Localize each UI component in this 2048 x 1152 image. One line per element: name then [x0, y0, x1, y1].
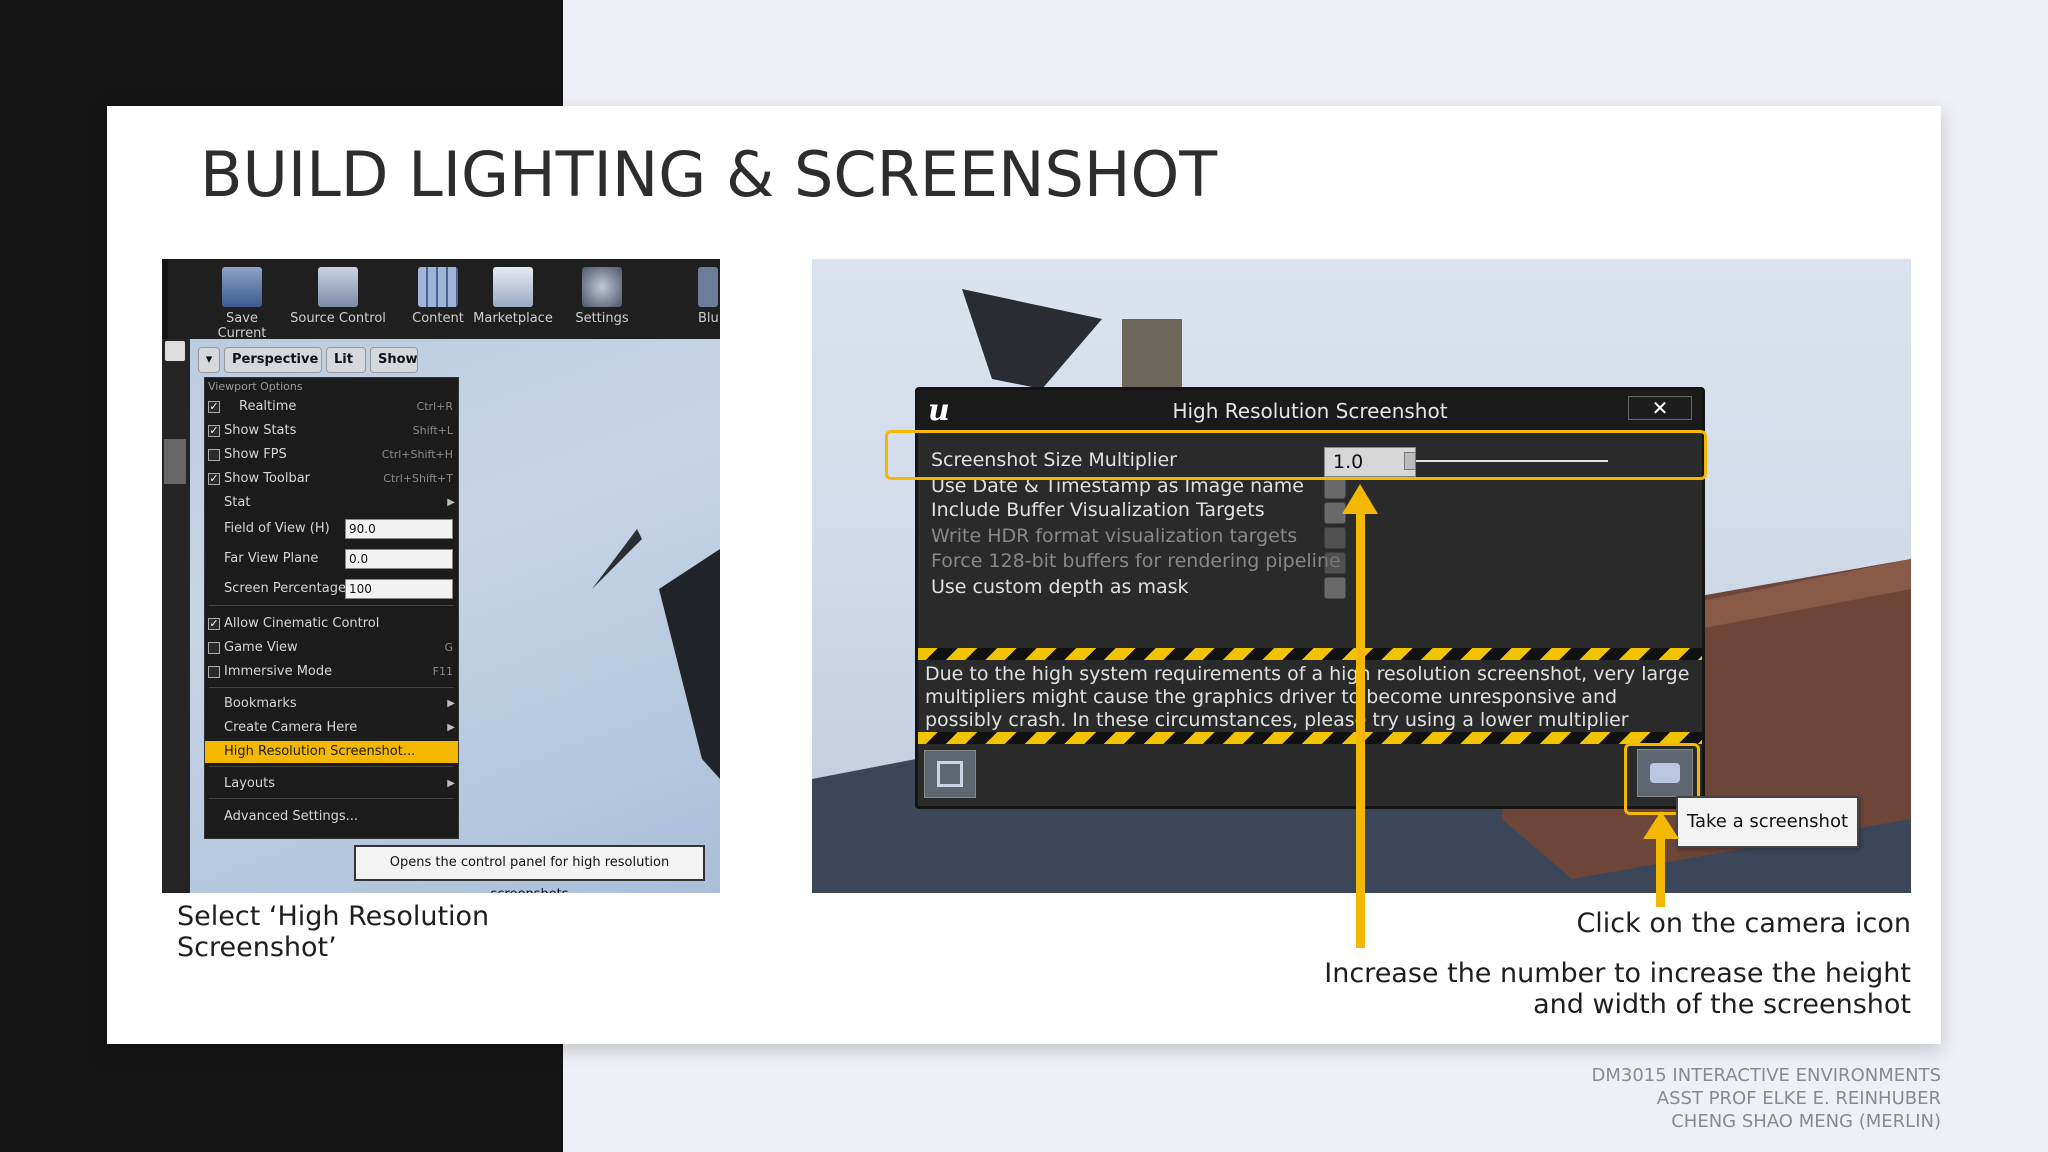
checkbox[interactable] — [208, 449, 220, 461]
unreal-logo-icon: u — [928, 393, 950, 428]
footer-credits: DM3015 INTERACTIVE ENVIRONMENTS ASST PRO… — [1591, 1065, 1941, 1132]
highlight-multiplier — [885, 430, 1707, 480]
settings-button[interactable]: Settings — [572, 267, 632, 326]
divider — [209, 605, 454, 606]
warning-text: Due to the high system requirements of a… — [925, 663, 1690, 731]
arrow-head-icon — [1643, 811, 1679, 839]
hazard-stripe — [918, 648, 1702, 660]
option-128bit-label: Force 128-bit buffers for rendering pipe… — [931, 550, 1341, 572]
menu-item-immersive[interactable]: Immersive Mode F11 — [205, 661, 458, 683]
capture-region-button[interactable] — [924, 750, 976, 798]
source-control-button[interactable]: Source Control — [288, 267, 388, 326]
menu-item-high-res-screenshot[interactable]: High Resolution Screenshot... — [205, 741, 458, 763]
blueprint-icon — [698, 267, 718, 307]
chevron-right-icon: ▶ — [447, 497, 455, 508]
checkbox[interactable]: ✓ — [208, 473, 220, 485]
menu-item-cinematic[interactable]: ✓ Allow Cinematic Control — [205, 613, 458, 635]
far-view-input[interactable]: 0.0 — [345, 549, 453, 569]
viewport-options-menu: Viewport Options ✓ Realtime Ctrl+R ✓ Show S… — [204, 377, 459, 839]
menu-item-bookmarks[interactable]: Bookmarks ▶ — [205, 693, 458, 715]
viewport-bar: ▾ Perspective Lit Show — [198, 347, 618, 375]
chevron-down-icon: ▾ — [205, 352, 213, 367]
menu-item-far-view: Far View Plane 0.0 — [205, 548, 458, 570]
crop-icon — [937, 761, 963, 787]
editor-toolbar: Save Current Source Control Content Mark… — [162, 259, 720, 341]
chevron-right-icon: ▶ — [447, 778, 455, 789]
tooltip: Opens the control panel for high resolut… — [354, 845, 705, 893]
scrollbar[interactable] — [164, 439, 186, 484]
menu-item-show-toolbar[interactable]: ✓ Show Toolbar Ctrl+Shift+T — [205, 468, 458, 490]
menu-item-stat[interactable]: Stat ▶ — [205, 492, 458, 514]
divider — [209, 798, 454, 799]
content-grid-icon — [418, 267, 458, 307]
menu-item-show-stats[interactable]: ✓ Show Stats Shift+L — [205, 420, 458, 442]
divider — [209, 766, 454, 767]
128bit-checkbox[interactable] — [1324, 552, 1346, 574]
arrow-head-icon — [1342, 484, 1378, 514]
editor-screenshot: Save Current Source Control Content Mark… — [162, 259, 720, 893]
menu-item-screen-percentage: Screen Percentage 100 — [205, 578, 458, 600]
menu-item-show-fps[interactable]: Show FPS Ctrl+Shift+H — [205, 444, 458, 466]
gear-icon — [582, 267, 622, 307]
checkbox[interactable]: ✓ — [208, 425, 220, 437]
chevron-right-icon: ▶ — [447, 722, 455, 733]
menu-header: Viewport Options — [208, 380, 303, 393]
fov-input[interactable]: 90.0 — [345, 519, 453, 539]
tooltip: Take a screenshot — [1676, 796, 1859, 848]
caption-camera: Click on the camera icon — [1576, 908, 1911, 939]
checkbox[interactable]: ✓ — [208, 618, 220, 630]
screen-percentage-input[interactable]: 100 — [345, 579, 453, 599]
lit-button[interactable]: Lit — [326, 347, 366, 373]
option-depth-label: Use custom depth as mask — [931, 576, 1189, 598]
menu-item-game-view[interactable]: Game View G — [205, 637, 458, 659]
menu-item-layouts[interactable]: Layouts ▶ — [205, 773, 458, 795]
save-icon — [222, 267, 262, 307]
divider — [209, 687, 454, 688]
viewport-options-dropdown[interactable]: ▾ — [198, 347, 220, 373]
option-buffer-label: Include Buffer Visualization Targets — [931, 499, 1265, 521]
save-current-button[interactable]: Save Current — [204, 267, 280, 341]
viewport-side-strip — [162, 339, 190, 893]
hdr-checkbox[interactable] — [1324, 527, 1346, 549]
caption-multiplier: Increase the number to increase the heig… — [1324, 958, 1911, 1020]
depth-checkbox[interactable] — [1324, 577, 1346, 599]
checkbox[interactable] — [208, 666, 220, 678]
show-button[interactable]: Show — [370, 347, 418, 373]
slide-title: BUILD LIGHTING & SCREENSHOT — [200, 138, 1218, 211]
perspective-button[interactable]: Perspective — [224, 347, 322, 373]
content-button[interactable]: Content — [408, 267, 468, 326]
menu-item-advanced-settings[interactable]: Advanced Settings... — [205, 806, 458, 828]
checkbox[interactable]: ✓ — [208, 401, 220, 413]
arrow-line — [1656, 827, 1665, 907]
caption-left: Select ‘High Resolution Screenshot’ — [177, 901, 490, 963]
arrow-line — [1356, 500, 1365, 948]
chevron-right-icon: ▶ — [447, 698, 455, 709]
menu-item-realtime[interactable]: ✓ Realtime Ctrl+R — [205, 396, 458, 418]
dialog-title-bar: High Resolution Screenshot — [918, 390, 1702, 432]
checkbox[interactable] — [208, 642, 220, 654]
marketplace-button[interactable]: Marketplace — [470, 267, 556, 326]
search-icon[interactable] — [165, 341, 185, 361]
option-hdr-label: Write HDR format visualization targets — [931, 525, 1298, 547]
marketplace-icon — [493, 267, 533, 307]
hazard-stripe — [918, 732, 1702, 744]
blueprints-button[interactable]: Blu — [698, 267, 720, 326]
close-button[interactable]: ✕ — [1628, 396, 1692, 420]
source-control-icon — [318, 267, 358, 307]
menu-item-create-camera[interactable]: Create Camera Here ▶ — [205, 717, 458, 739]
menu-item-fov: Field of View (H) 90.0 — [205, 518, 458, 540]
